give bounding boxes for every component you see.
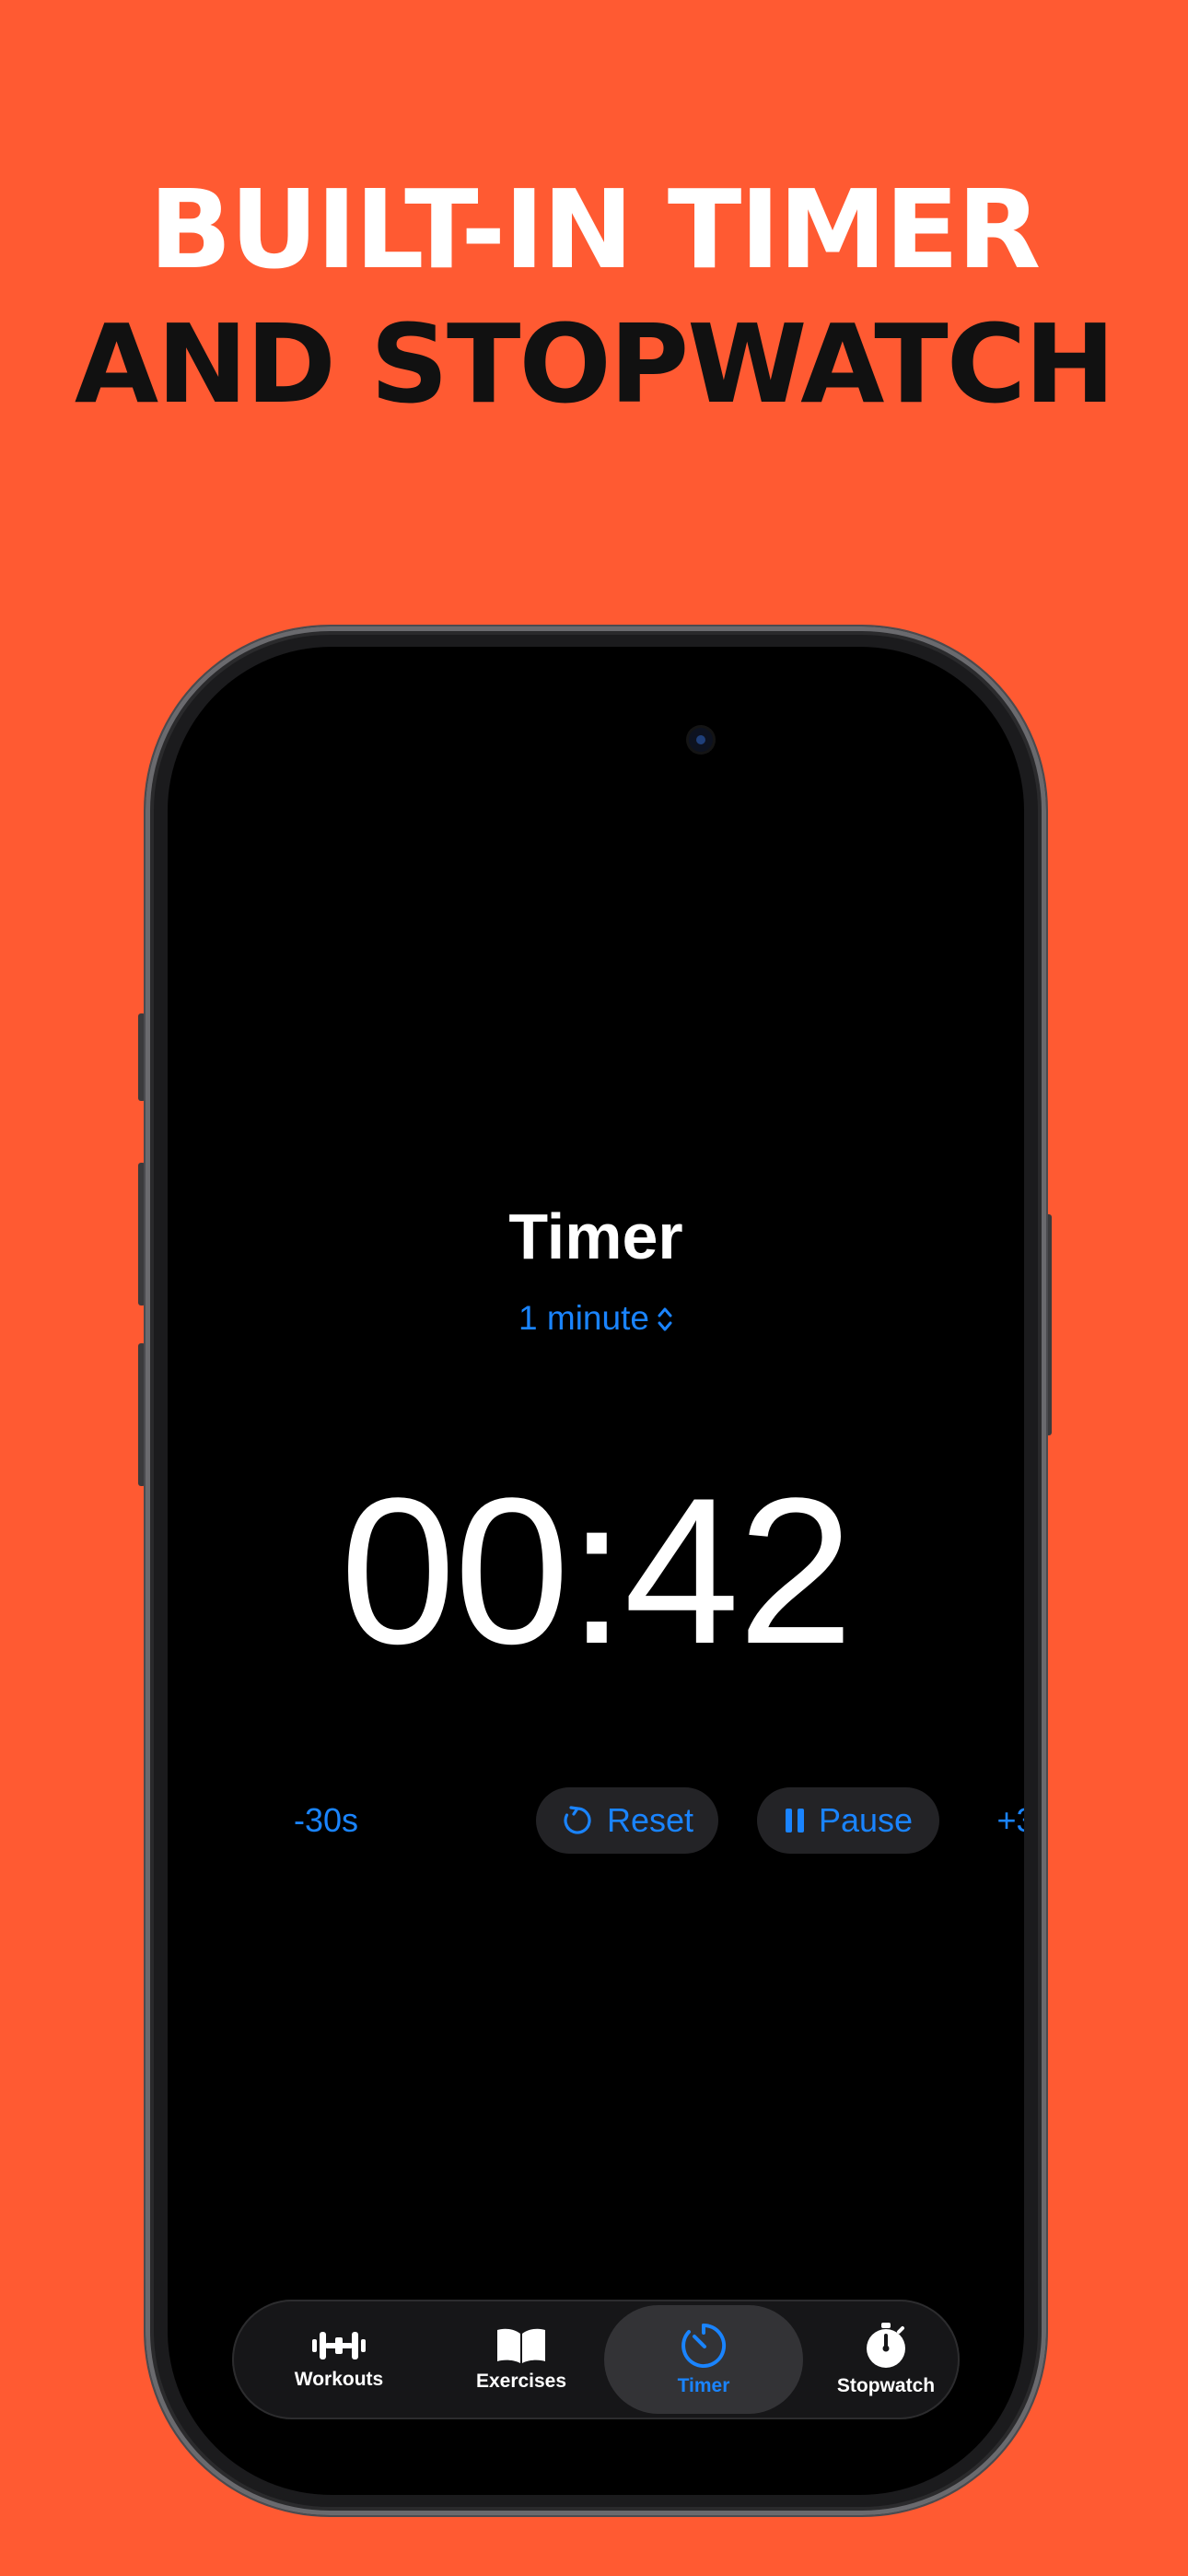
reset-icon bbox=[564, 1806, 591, 1834]
tab-label-timer: Timer bbox=[677, 2375, 730, 2396]
pause-button[interactable]: Pause bbox=[757, 1787, 939, 1854]
headline-line-2: AND STOPWATCH bbox=[74, 300, 1115, 427]
book-icon bbox=[497, 2328, 545, 2363]
volume-up-button bbox=[138, 1163, 146, 1306]
plus-30s-button[interactable]: +30s bbox=[978, 1787, 1024, 1854]
tab-timer[interactable]: Timer bbox=[604, 2305, 803, 2414]
front-camera bbox=[689, 728, 713, 752]
tab-label-exercises: Exercises bbox=[475, 2371, 567, 2392]
headline-line-1: BUILT-IN TIMER bbox=[148, 166, 1041, 293]
tab-label-stopwatch: Stopwatch bbox=[836, 2375, 936, 2396]
timer-icon bbox=[681, 2323, 727, 2368]
minus-30s-button[interactable]: -30s bbox=[271, 1787, 381, 1854]
pause-label: Pause bbox=[818, 1801, 914, 1839]
duration-label: 1 minute bbox=[518, 1299, 649, 1337]
action-button bbox=[138, 1013, 146, 1101]
tab-label-workouts: Workouts bbox=[294, 2369, 384, 2390]
dumbbell-icon bbox=[312, 2332, 366, 2359]
reset-button[interactable]: Reset bbox=[536, 1787, 718, 1854]
phone-screen: Timer 1 minute 00:42 -30s Reset Pause +3… bbox=[168, 647, 1024, 2495]
tab-exercises[interactable]: Exercises bbox=[422, 2305, 621, 2414]
tab-workouts[interactable]: Workouts bbox=[239, 2305, 438, 2414]
stopwatch-icon bbox=[867, 2323, 905, 2368]
reset-label: Reset bbox=[606, 1801, 694, 1839]
countdown-display: 00:42 bbox=[340, 1454, 854, 1687]
tab-stopwatch[interactable]: Stopwatch bbox=[786, 2305, 985, 2414]
duration-selector[interactable]: 1 minute bbox=[168, 1299, 1024, 1338]
screen-title: Timer bbox=[508, 1200, 683, 1272]
volume-down-button bbox=[138, 1343, 146, 1486]
chevron-up-down-icon bbox=[658, 1307, 672, 1331]
pause-icon bbox=[785, 1809, 804, 1832]
phone-frame: Timer 1 minute 00:42 -30s Reset Pause +3… bbox=[146, 626, 1046, 2515]
tab-bar: Workouts Exercises Timer Stopwatch bbox=[232, 2300, 960, 2419]
